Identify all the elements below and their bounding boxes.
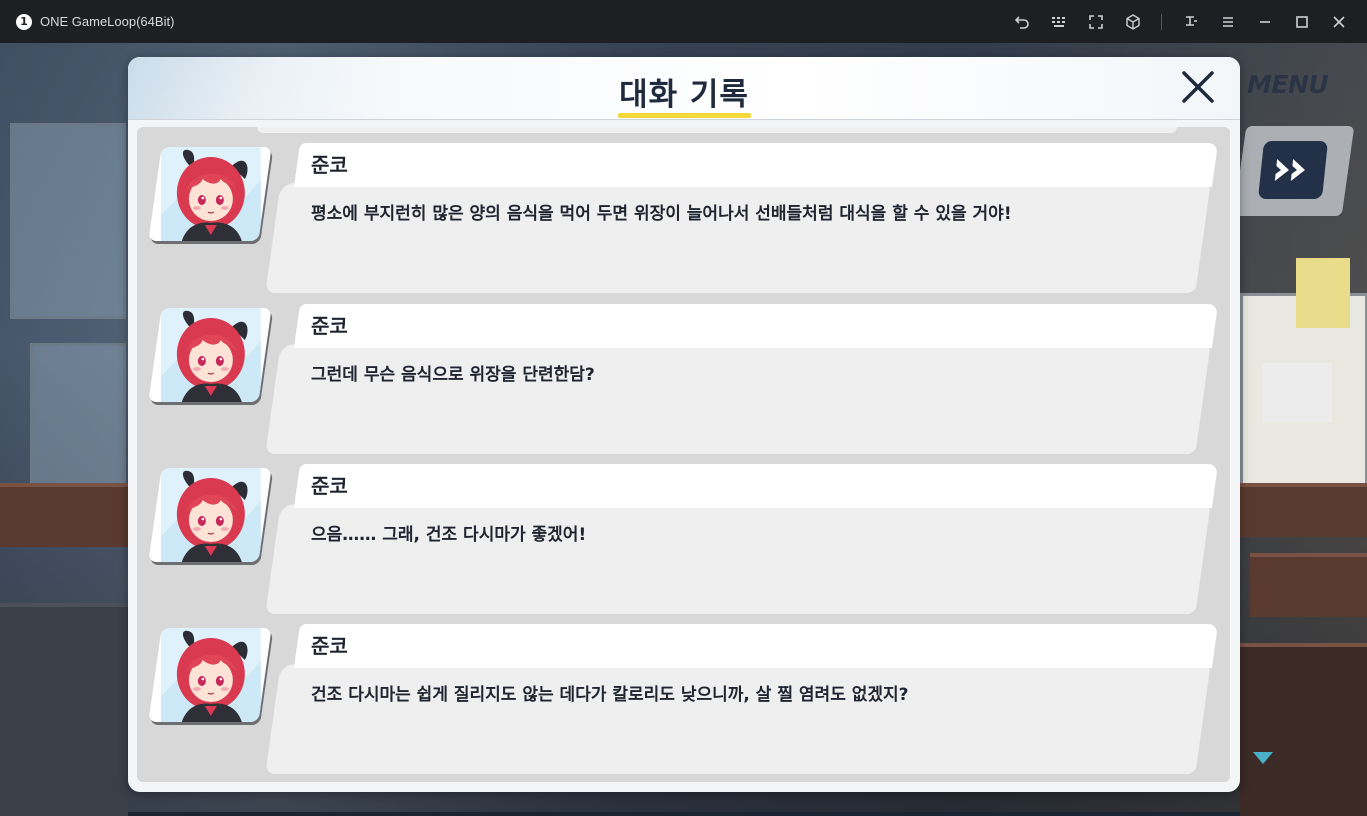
speaker-name: 준코 [311, 153, 348, 177]
dialog-entry: 준코건조 다시마는 쉽게 질리지도 않는 데다가 칼로리도 낮으니까, 살 찔 … [137, 624, 1230, 776]
close-button[interactable] [1178, 67, 1218, 107]
title-underline [618, 113, 751, 118]
classroom-desk [1240, 643, 1367, 816]
minimize-icon[interactable] [1251, 8, 1279, 36]
speaker-name-tab [293, 304, 1219, 348]
keyboard-icon[interactable] [1045, 8, 1073, 36]
menu-icon[interactable] [1214, 8, 1242, 36]
speaker-name-tab [293, 143, 1219, 187]
window-toolbar [999, 0, 1353, 43]
instance-badge: 1 [16, 13, 32, 30]
classroom-window [10, 123, 126, 319]
speaker-name: 준코 [311, 314, 348, 338]
dialog-line: 그런데 무슨 음식으로 위장을 단련한담? [311, 365, 595, 385]
classroom-desk [1250, 553, 1367, 617]
window-title: ONE GameLoop(64Bit) [40, 14, 175, 29]
emulator-title-bar: 1 ONE GameLoop(64Bit) [0, 0, 1367, 43]
book-stack [0, 603, 128, 816]
speaker-portrait [148, 308, 272, 402]
dialog-log-title: 대화 기록 [619, 77, 749, 113]
speaker-portrait [148, 468, 272, 562]
dialog-line: 평소에 부지런히 많은 양의 음식을 먹어 두면 위장이 늘어나서 선배들처럼 … [311, 204, 1012, 224]
speaker-name-tab [293, 624, 1219, 668]
dialog-entry: 준코평소에 부지런히 많은 양의 음식을 먹어 두면 위장이 늘어나서 선배들처… [137, 143, 1230, 295]
close-window-icon[interactable] [1325, 8, 1353, 36]
speaker-name-tab [293, 464, 1219, 508]
dialog-log-header: 대화 기록 [128, 57, 1240, 119]
notice-paper [1296, 258, 1350, 328]
back-icon[interactable] [1008, 8, 1036, 36]
pin-icon[interactable] [1177, 8, 1205, 36]
speaker-portrait [148, 628, 272, 722]
dialog-line: 건조 다시마는 쉽게 질리지도 않는 데다가 칼로리도 낮으니까, 살 찔 염려… [311, 685, 909, 705]
speaker-portrait [148, 147, 272, 241]
classroom-desk [0, 483, 128, 547]
toolbar-separator [1161, 13, 1162, 30]
dialog-entry: 준코그런데 무슨 음식으로 위장을 단련한담? [137, 304, 1230, 456]
dialog-log-list[interactable]: 준코평소에 부지런히 많은 양의 음식을 먹어 두면 위장이 늘어나서 선배들처… [137, 127, 1230, 782]
close-icon [1182, 71, 1214, 103]
maximize-icon[interactable] [1288, 8, 1316, 36]
classroom-desk [1240, 483, 1367, 537]
previous-entry-edge [257, 127, 1177, 133]
classroom-window [30, 343, 126, 489]
header-divider [128, 119, 1240, 120]
fullscreen-icon[interactable] [1082, 8, 1110, 36]
dialog-entry: 준코으음…… 그래, 건조 다시마가 좋겠어! [137, 464, 1230, 616]
fast-forward-icon [1274, 159, 1305, 181]
speaker-name: 준코 [311, 474, 348, 498]
notice-paper [1262, 363, 1332, 423]
dialog-log-panel: 대화 기록 준코 평소에 부지런히 많은 양의 음식을 먹어 두면 위장이 늘어… [128, 57, 1240, 792]
cube-icon[interactable] [1119, 8, 1147, 36]
speaker-name: 준코 [311, 634, 348, 658]
fast-forward-button[interactable] [1257, 141, 1329, 199]
scroll-down-indicator-icon[interactable] [1253, 752, 1273, 764]
menu-button[interactable]: MENU [1247, 70, 1329, 99]
dialog-line: 으음…… 그래, 건조 다시마가 좋겠어! [311, 525, 587, 545]
